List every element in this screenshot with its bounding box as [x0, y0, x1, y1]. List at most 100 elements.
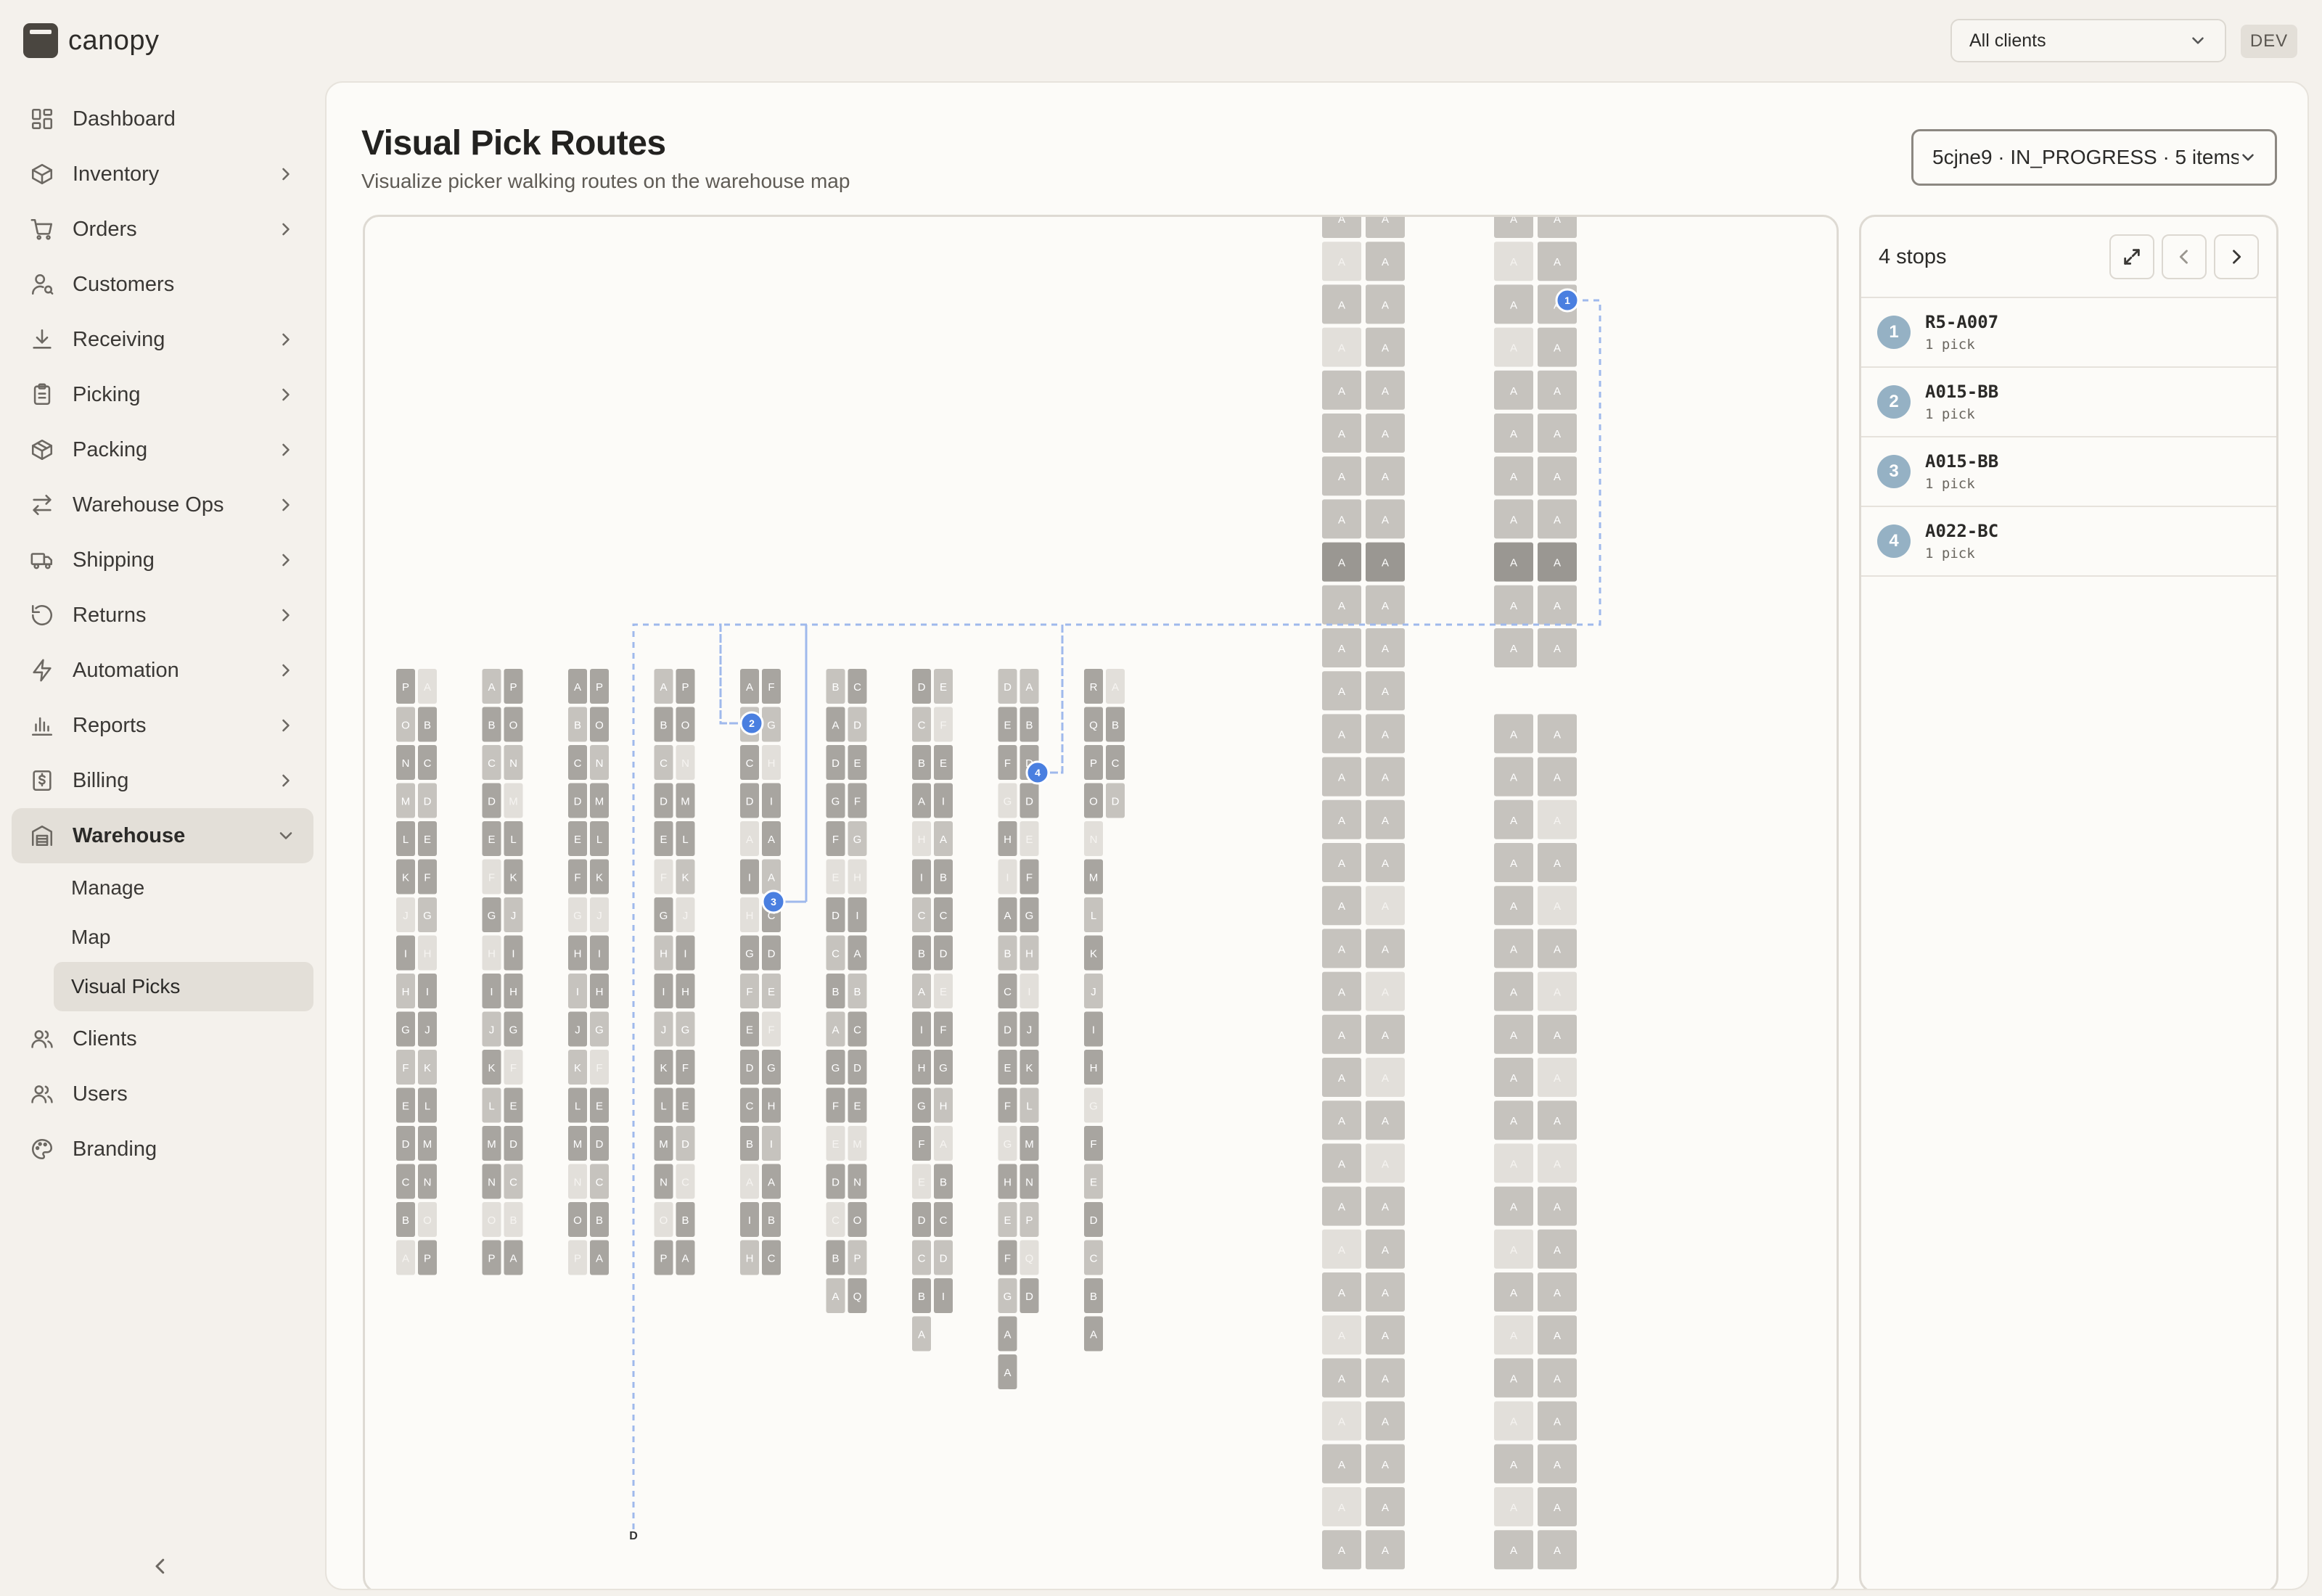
rack-bin-label: M — [853, 1138, 862, 1151]
rack-bin-label: A — [1510, 1029, 1517, 1042]
rack-bin-label: E — [940, 681, 947, 694]
rack-bin-label: P — [660, 1253, 667, 1265]
sidebar-item-orders[interactable]: Orders — [12, 202, 313, 257]
rack-bin-label: G — [767, 720, 776, 732]
rack-bin-label: F — [768, 681, 774, 694]
rack-bin-label: H — [746, 910, 754, 922]
rack-bin-label: F — [574, 872, 580, 884]
rack-bin-label: A — [1554, 1244, 1561, 1256]
rack-bin-label: P — [853, 1253, 861, 1265]
sidebar-item-branding[interactable]: Branding — [12, 1122, 313, 1177]
rack-bin-label: F — [918, 1138, 924, 1151]
warehouse-map-canvas[interactable]: P AO BN CM DL EK FJ GI HH IG JF KE LD MC NB OA PA PB OC ND M… — [363, 215, 1839, 1590]
rack-bin-label: M — [1089, 872, 1099, 884]
sidebar-item-warehouse-ops[interactable]: Warehouse Ops — [12, 477, 313, 532]
rack-bin-label: K — [681, 872, 689, 884]
collapse-sidebar-button[interactable] — [149, 1555, 176, 1581]
rack-bin-label: F — [854, 796, 861, 808]
rack-bin-label: G — [660, 910, 668, 922]
rack-bin-label: A — [1510, 900, 1517, 913]
rack-bin-label: A — [1382, 428, 1389, 440]
rack-bin-label: L — [1026, 1101, 1032, 1113]
sidebar-item-shipping[interactable]: Shipping — [12, 532, 313, 588]
next-stop-button[interactable] — [2214, 234, 2259, 279]
rack-bin-label: A — [1338, 772, 1345, 784]
rack-bin-label: A — [660, 681, 667, 694]
sidebar-item-label: Picking — [73, 382, 141, 406]
rack-bin-label: D — [832, 910, 840, 922]
rack-bin-label: A — [1382, 557, 1389, 569]
previous-stop-button[interactable] — [2162, 234, 2207, 279]
rack-bin-label: N — [853, 1177, 861, 1189]
chevron-right-icon — [282, 554, 290, 567]
rack-bin-label: A — [1554, 1115, 1561, 1127]
stop-row[interactable]: 1 R5-A007 1 pick — [1861, 298, 2276, 368]
rack-bin-label: A — [1510, 1201, 1517, 1214]
rack-bin-label: A — [1510, 1115, 1517, 1127]
rack-bin-label: A — [1554, 1373, 1561, 1385]
rotate-ccw-icon — [29, 602, 55, 628]
rack-bin-label: A — [1338, 471, 1345, 483]
rack-bin-label: B — [1004, 948, 1011, 961]
rack-bin-label: C — [918, 720, 926, 732]
rack-bin-label: A — [1510, 815, 1517, 827]
rack-bin-label: N — [488, 1177, 496, 1189]
rack-bin-label: G — [1025, 910, 1034, 922]
sidebar: canopy Dashboard Inventory Orders Customers… — [0, 0, 324, 1596]
users-icon — [29, 1081, 55, 1107]
sidebar-item-returns[interactable]: Returns — [12, 588, 313, 643]
rack-bin-label: E — [660, 834, 667, 846]
rack-bin-label: I — [920, 872, 923, 884]
rack-bin-label: I — [770, 796, 773, 808]
rack-bin-label: H — [1025, 948, 1033, 961]
sidebar-subitem-visual-picks[interactable]: Visual Picks — [54, 962, 313, 1011]
sidebar-item-reports[interactable]: Reports — [12, 698, 313, 753]
sidebar-item-dashboard[interactable]: Dashboard — [12, 91, 313, 147]
sidebar-item-inventory[interactable]: Inventory — [12, 147, 313, 202]
chevron-right-icon — [282, 609, 290, 622]
sidebar-item-packing[interactable]: Packing — [12, 422, 313, 477]
rack-bin-label: A — [1382, 215, 1389, 226]
route-stop-marker-label: 1 — [1564, 295, 1570, 306]
rack-bin-label: A — [1510, 728, 1517, 741]
rack-bin-label: A — [1554, 987, 1561, 999]
rack-bin-label: G — [917, 1101, 926, 1113]
rack-bin-label: N — [681, 757, 689, 770]
sidebar-nav: Dashboard Inventory Orders Customers Receivi… — [12, 91, 313, 1177]
rack-bin-label: A — [1382, 256, 1389, 268]
stop-row[interactable]: 3 A015-BB 1 pick — [1861, 437, 2276, 507]
sidebar-item-automation[interactable]: Automation — [12, 643, 313, 698]
sidebar-item-receiving[interactable]: Receiving — [12, 312, 313, 367]
rack-bin-label: G — [488, 910, 496, 922]
rack-bin-label: G — [1004, 1138, 1012, 1151]
rack-bin-label: A — [1510, 943, 1517, 955]
rack-bin-label: F — [1090, 1138, 1096, 1151]
rack-bin-label: A — [1554, 1158, 1561, 1170]
rack-bin-label: A — [918, 796, 925, 808]
route-select[interactable]: 5cjne9 · IN_PROGRESS · 5 items — [1911, 129, 2277, 186]
sidebar-item-warehouse[interactable]: Warehouse — [12, 808, 313, 863]
rack-bin-label: A — [1382, 299, 1389, 311]
stop-location: R5-A007 — [1925, 312, 1999, 332]
rack-bin-label: L — [660, 1101, 666, 1113]
sidebar-item-users[interactable]: Users — [12, 1066, 313, 1122]
rack-bin-label: D — [853, 1062, 861, 1074]
rack-bin-label: E — [832, 872, 839, 884]
stop-row[interactable]: 2 A015-BB 1 pick — [1861, 368, 2276, 437]
sidebar-item-picking[interactable]: Picking — [12, 367, 313, 422]
warehouse-map[interactable]: PAOBNCMDLEKFJGIHHIGJFKELDMCNBOAPAPBOCNDM… — [363, 215, 1839, 1590]
rack-bin-label: G — [1004, 796, 1012, 808]
sidebar-item-customers[interactable]: Customers — [12, 257, 313, 312]
rack-bin-label: B — [681, 1214, 689, 1227]
brand[interactable]: canopy — [23, 22, 160, 59]
client-select[interactable]: All clients — [1950, 19, 2226, 62]
sidebar-subitem-manage[interactable]: Manage — [54, 863, 313, 913]
rack-bin-label: J — [683, 910, 689, 922]
expand-button[interactable] — [2109, 234, 2154, 279]
sidebar-item-billing[interactable]: Billing — [12, 753, 313, 808]
rack-bin-label: N — [424, 1177, 432, 1189]
sidebar-item-clients[interactable]: Clients — [12, 1011, 313, 1066]
sidebar-subitem-map[interactable]: Map — [54, 913, 313, 962]
stop-row[interactable]: 4 A022-BC 1 pick — [1861, 507, 2276, 577]
rack-bin-label: C — [832, 1214, 840, 1227]
